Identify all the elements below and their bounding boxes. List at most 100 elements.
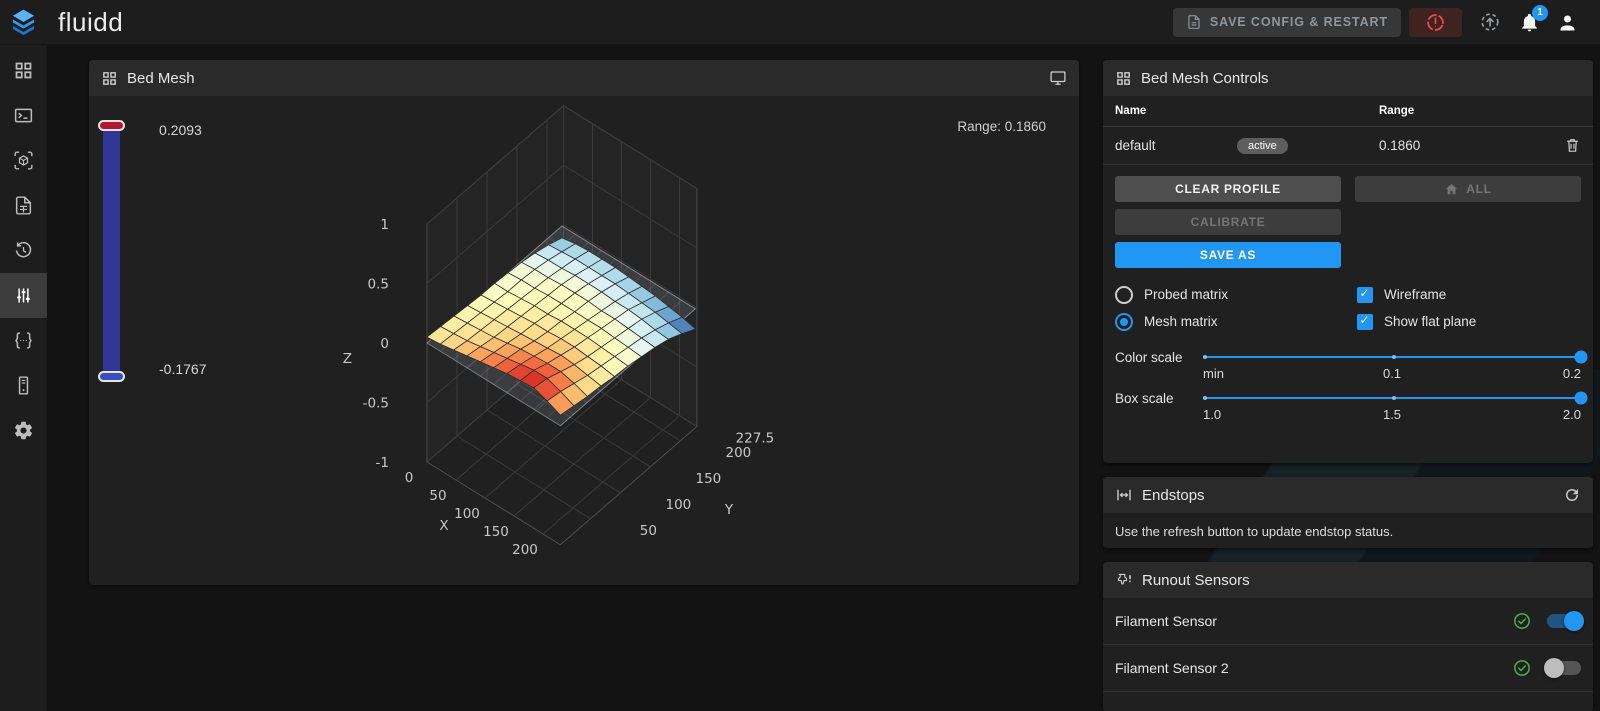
svg-text:50: 50 <box>429 488 446 504</box>
bed-mesh-panel-title: Bed Mesh <box>127 69 195 87</box>
checkbox-icon[interactable] <box>1357 313 1373 330</box>
profiles-table-header: Name Range <box>1103 96 1593 127</box>
host-restart-icon[interactable] <box>1479 11 1501 33</box>
box-scale-slider-row: Box scale 1.0 1.5 2.0 <box>1115 390 1588 422</box>
file-document-icon <box>13 195 34 216</box>
app-title: fluidd <box>58 6 124 37</box>
endstops-icon <box>1115 486 1133 504</box>
radio-icon[interactable] <box>1115 285 1133 304</box>
fullscreen-monitor-icon[interactable] <box>1049 69 1067 87</box>
calibrate-button[interactable]: CALIBRATE <box>1115 209 1341 235</box>
check-circle-icon <box>1512 658 1532 678</box>
radio-icon[interactable] <box>1115 312 1133 331</box>
sensor-label: Filament Sensor <box>1115 613 1217 629</box>
svg-text:150: 150 <box>696 471 722 487</box>
color-scale-slider-row: Color scale min 0.1 0.2 <box>1115 349 1588 381</box>
grid-icon <box>1115 70 1132 87</box>
tune-icon <box>13 285 34 306</box>
bed-mesh-controls-header: Bed Mesh Controls <box>1103 60 1593 96</box>
check-circle-icon <box>1512 611 1532 631</box>
save-file-icon <box>1186 14 1202 30</box>
svg-text:100: 100 <box>666 497 692 513</box>
slider-thumb[interactable] <box>1574 391 1588 405</box>
svg-text:1: 1 <box>380 217 389 233</box>
home-icon <box>1444 182 1459 197</box>
colorbar-max-handle[interactable] <box>98 120 125 131</box>
sensor-label: Filament Sensor 2 <box>1115 660 1229 676</box>
svg-text:-1: -1 <box>376 455 389 471</box>
gear-icon <box>13 420 34 441</box>
scale-sliders: Color scale min 0.1 0.2 Box scale 1.0 1.… <box>1103 335 1593 422</box>
save-as-button[interactable]: SAVE AS <box>1115 242 1341 268</box>
svg-text:Z: Z <box>343 351 352 367</box>
sidebar-item-jobs[interactable] <box>0 183 47 228</box>
notification-count-badge: 1 <box>1532 4 1548 21</box>
notifications-button[interactable]: 1 <box>1519 4 1548 33</box>
server-icon <box>13 375 34 396</box>
svg-text:0: 0 <box>405 470 414 486</box>
bed-mesh-3d-plot[interactable]: 10.50-0.5-1Z050100150200X 50100150200227.… <box>89 60 1079 585</box>
home-all-button[interactable]: ALL <box>1355 176 1581 202</box>
colorbar-min-label: -0.1767 <box>159 361 207 377</box>
clear-profile-button[interactable]: CLEAR PROFILE <box>1115 176 1341 202</box>
delete-profile-icon[interactable] <box>1564 137 1581 154</box>
sidebar-item-dashboard[interactable] <box>0 48 47 93</box>
color-scale-slider[interactable] <box>1203 350 1588 364</box>
svg-text:150: 150 <box>483 524 509 540</box>
account-button[interactable] <box>1557 12 1578 33</box>
code-braces-icon <box>13 330 34 351</box>
profile-range: 0.1860 <box>1379 138 1421 153</box>
checkbox-wireframe[interactable]: Wireframe <box>1357 281 1581 308</box>
sidebar-item-tune[interactable] <box>0 273 47 318</box>
box-scale-label: Box scale <box>1115 391 1174 406</box>
emergency-stop-button[interactable] <box>1409 7 1462 37</box>
sidebar-item-configure[interactable] <box>0 318 47 363</box>
sensor-toggle[interactable] <box>1544 658 1581 678</box>
svg-text:200: 200 <box>726 445 752 461</box>
runout-sensors-panel: Runout Sensors Filament Sensor Filament … <box>1103 562 1593 711</box>
column-header-range: Range <box>1379 105 1415 117</box>
colorbar-min-handle[interactable] <box>98 371 125 382</box>
emergency-stop-icon <box>1425 12 1446 33</box>
endstops-header: Endstops <box>1103 477 1593 513</box>
endstops-title: Endstops <box>1142 486 1205 504</box>
color-scale-label: Color scale <box>1115 350 1183 365</box>
sensor-row-filament-sensor-2: Filament Sensor 2 <box>1103 645 1593 692</box>
sidebar-item-history[interactable] <box>0 228 47 273</box>
svg-text:X: X <box>439 518 448 534</box>
sensor-toggle[interactable] <box>1547 611 1584 631</box>
checkbox-show-flat-plane[interactable]: Show flat plane <box>1357 308 1581 335</box>
mesh-options: Probed matrix Mesh matrix Wireframe Show… <box>1103 275 1593 335</box>
sensor-row-filament-sensor: Filament Sensor <box>1103 598 1593 645</box>
color-scale-bar[interactable] <box>98 120 125 382</box>
cube-scan-icon <box>13 150 34 171</box>
profile-row-default[interactable]: default active 0.1860 <box>1103 127 1593 165</box>
nozzle-alert-icon <box>1115 571 1133 589</box>
save-config-restart-button[interactable]: SAVE CONFIG & RESTART <box>1172 7 1401 37</box>
colorbar-max-label: 0.2093 <box>159 122 202 138</box>
console-icon <box>13 105 34 126</box>
endstops-panel: Endstops Use the refresh button to updat… <box>1103 477 1593 548</box>
sidebar <box>0 45 47 711</box>
checkbox-icon[interactable] <box>1357 286 1373 303</box>
fluidd-logo-icon <box>9 8 38 37</box>
sidebar-item-gcode-preview[interactable] <box>0 138 47 183</box>
topbar: fluidd SAVE CONFIG & RESTART 1 <box>0 0 1600 45</box>
radio-mesh-matrix[interactable]: Mesh matrix <box>1115 308 1357 335</box>
app-logo[interactable] <box>0 0 47 45</box>
svg-text:Y: Y <box>724 502 734 518</box>
history-icon <box>13 240 34 261</box>
bed-mesh-panel-header: Bed Mesh <box>89 60 1079 96</box>
radio-probed-matrix[interactable]: Probed matrix <box>1115 281 1357 308</box>
active-badge: active <box>1237 137 1288 154</box>
svg-text:50: 50 <box>640 523 657 539</box>
sidebar-item-system[interactable] <box>0 363 47 408</box>
svg-text:0.5: 0.5 <box>368 277 389 293</box>
svg-text:-0.5: -0.5 <box>363 396 389 412</box>
svg-text:0: 0 <box>380 336 389 352</box>
refresh-icon[interactable] <box>1563 486 1581 504</box>
sidebar-item-console[interactable] <box>0 93 47 138</box>
box-scale-slider[interactable] <box>1203 391 1588 405</box>
sidebar-item-settings[interactable] <box>0 408 47 453</box>
slider-thumb[interactable] <box>1574 350 1588 364</box>
